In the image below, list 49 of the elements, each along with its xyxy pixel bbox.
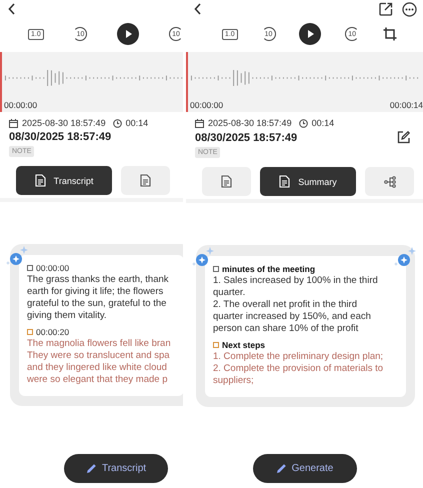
waveform-panel[interactable]: 00:00:00 00:00:14: [186, 52, 423, 112]
paragraph-text: 1. Sales increased by 100% in the third quarter. 2. The overall net profit in the third quarter increased by 150%, and each person can share 10% of the profit: [213, 274, 379, 334]
transcript-tab[interactable]: Transcript: [16, 166, 112, 195]
section-heading: minutes of the meeting: [222, 264, 316, 274]
back-icon[interactable]: [194, 3, 202, 15]
bullet-icon: [213, 342, 219, 348]
waveform-panel[interactable]: 00:00:00: [0, 52, 183, 112]
mindmap-icon: [384, 176, 396, 188]
paragraph-text: 1. Complete the preliminary design plan; 2. Complete the provision of materials to suppliers;: [213, 350, 384, 386]
play-button[interactable]: [117, 23, 140, 45]
pencil-icon: [86, 462, 97, 474]
record-duration: 00:14: [312, 118, 334, 128]
document-icon: [140, 174, 151, 187]
bullet-icon: [213, 266, 219, 272]
clock-icon: [298, 118, 308, 128]
transcript-tab[interactable]: [202, 167, 251, 196]
paragraph-text: The magnolia flowers fell like bran They were so translucent and spa and they lingered like white cloud were so elegant that they made p: [27, 338, 172, 386]
pencil-icon: [276, 462, 287, 474]
timestamp: 00:00:00: [36, 263, 70, 273]
mindmap-tab[interactable]: [365, 167, 414, 196]
summary-tab[interactable]: [121, 166, 170, 195]
timestamp: 00:00:20: [36, 327, 70, 337]
record-date: 2025-08-30 18:57:49: [22, 118, 106, 128]
back-icon[interactable]: [8, 3, 16, 15]
start-time: 00:00:00: [4, 100, 38, 110]
edit-icon[interactable]: [397, 131, 410, 144]
document-icon: [221, 175, 232, 188]
action-button[interactable]: Transcript: [64, 454, 168, 482]
section-heading: Next steps: [222, 340, 265, 350]
end-time: 00:00:14: [390, 100, 423, 110]
summary-tab[interactable]: Summary: [260, 167, 356, 196]
bullet-icon: [27, 329, 33, 335]
action-button[interactable]: Generate: [252, 454, 356, 482]
record-duration: 00:14: [126, 118, 148, 128]
record-title: 08/30/2025 18:57:49: [9, 131, 112, 143]
calendar-icon: [195, 118, 204, 128]
share-icon[interactable]: [379, 2, 393, 16]
clock-icon: [112, 118, 122, 128]
paragraph-text: The grass thanks the earth, thank earth for giving it life; the flowers grateful to the sun, grateful to the giving them vitality.: [27, 274, 170, 322]
bullet-icon: [27, 265, 33, 271]
start-time: 00:00:00: [190, 100, 224, 110]
calendar-icon: [9, 118, 18, 128]
crop-icon[interactable]: [383, 27, 398, 41]
document-icon: [279, 175, 290, 188]
play-button[interactable]: [299, 23, 322, 45]
more-icon[interactable]: [402, 2, 417, 16]
record-date: 2025-08-30 18:57:49: [208, 118, 292, 128]
document-icon: [34, 174, 46, 187]
record-title: 08/30/2025 18:57:49: [195, 132, 298, 144]
